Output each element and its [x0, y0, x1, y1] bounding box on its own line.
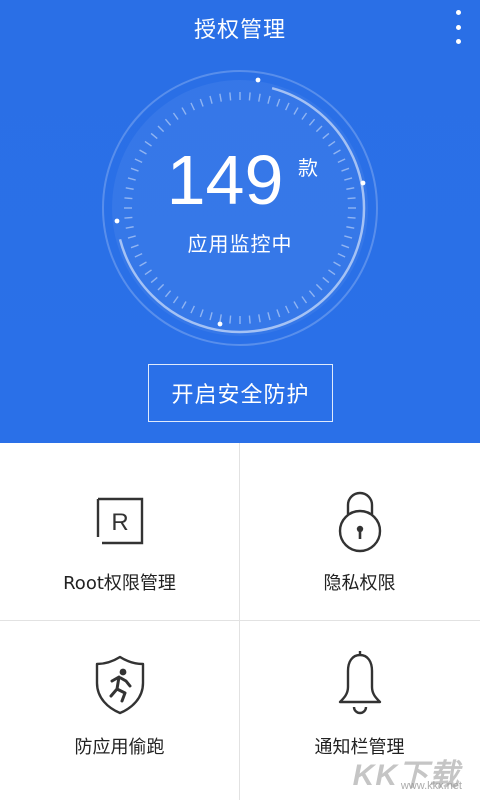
- monitored-count: 149 款: [160, 140, 330, 220]
- monitored-count-number: 149: [166, 141, 284, 219]
- watermark-logo: KK下载 www.kkx.net: [348, 750, 468, 794]
- enable-protection-button[interactable]: 开启安全防护: [148, 364, 333, 422]
- dial-tick: [124, 216, 133, 219]
- tile-label: 隐私权限: [323, 573, 396, 594]
- dial-tick: [229, 315, 232, 324]
- bell-icon: [338, 651, 381, 715]
- dial-tick: [229, 92, 232, 101]
- tile-label: 防应用偷跑: [74, 737, 165, 758]
- dial-tick: [248, 92, 251, 101]
- shield-runner-icon: [95, 655, 144, 715]
- tile-label: Root权限管理: [63, 573, 176, 594]
- svg-text:R: R: [111, 509, 128, 536]
- tile-root-permission[interactable]: R Root权限管理: [0, 443, 239, 620]
- page-title: 授权管理: [193, 18, 286, 43]
- header-panel: 授权管理 149 款 应用监控中 开启安全防护: [0, 0, 480, 443]
- tile-privacy-permission[interactable]: 隐私权限: [240, 443, 479, 620]
- monitor-status-text: 应用监控中: [187, 232, 293, 256]
- lock-icon: [338, 491, 381, 553]
- watermark-url: www.kkx.net: [400, 780, 462, 792]
- tile-prevent-app-autostart[interactable]: 防应用偷跑: [0, 621, 239, 800]
- dial-tick: [347, 197, 356, 200]
- dial-tick: [248, 315, 251, 324]
- monitored-count-unit: 款: [298, 156, 318, 180]
- dial-tick: [124, 197, 133, 200]
- root-r-icon: R: [96, 497, 143, 545]
- dial-tick: [347, 216, 356, 219]
- more-options-icon[interactable]: [450, 10, 466, 44]
